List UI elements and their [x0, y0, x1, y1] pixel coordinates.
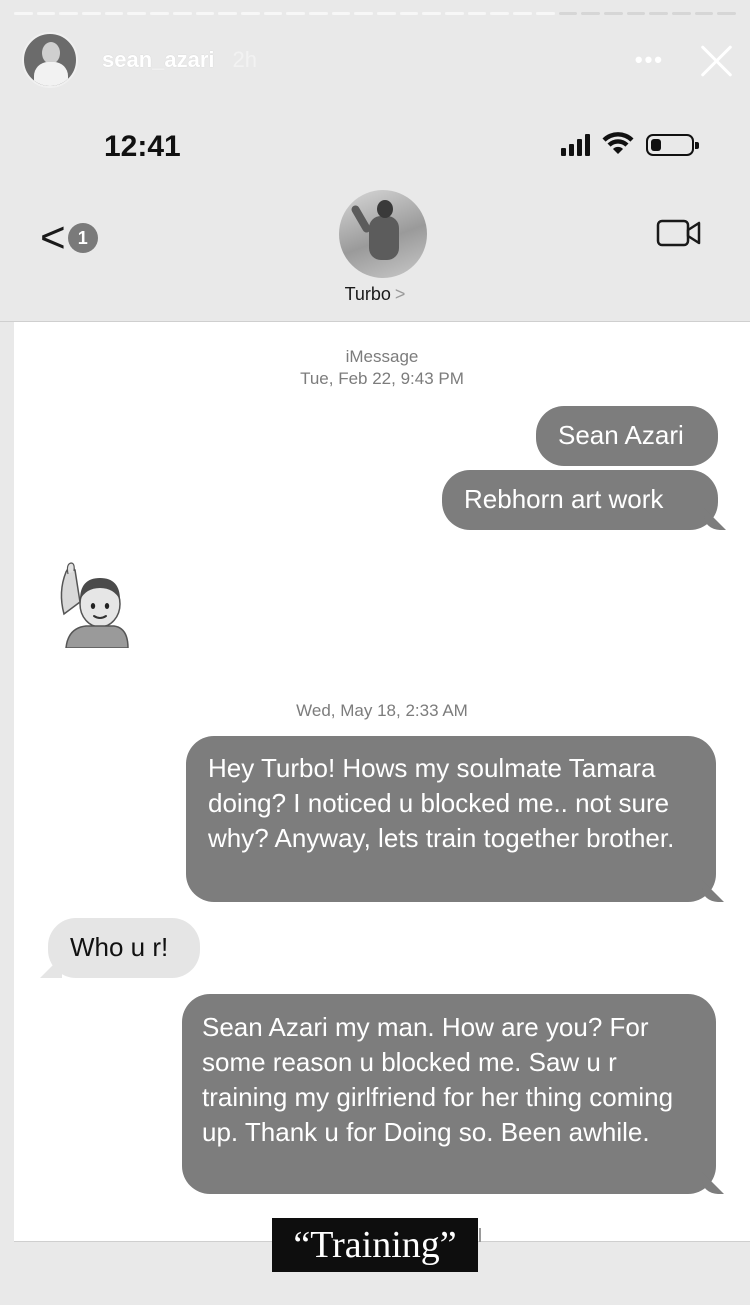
contact-name[interactable]: Turbo > — [0, 284, 750, 305]
chevron-right-icon: > — [394, 284, 406, 304]
story-actions: ••• — [635, 42, 734, 78]
progress-segment — [422, 12, 442, 15]
progress-segment — [59, 12, 79, 15]
progress-segment — [150, 12, 169, 15]
instagram-story: sean_azari 2h ••• 12:41 < 1 Turbo > iMes… — [0, 0, 750, 1305]
story-header: sean_azari 2h ••• — [22, 32, 734, 88]
unread-badge: 1 — [67, 223, 98, 253]
progress-segment — [286, 12, 305, 15]
progress-segment — [581, 12, 600, 15]
contact-avatar[interactable] — [339, 190, 427, 278]
message-text: Sean Azari — [558, 420, 684, 450]
cellular-signal-icon — [561, 134, 590, 156]
caption-edge-mark — [479, 1228, 481, 1242]
progress-segment — [649, 12, 668, 15]
service-label: iMessage — [345, 347, 419, 366]
story-username[interactable]: sean_azari — [102, 47, 215, 73]
outgoing-message[interactable]: Rebhorn art work — [442, 470, 718, 530]
progress-segment — [240, 12, 260, 15]
timestamp: Wed, May 18, 2:33 AM — [296, 701, 468, 720]
progress-segment — [694, 12, 714, 15]
more-options-icon[interactable]: ••• — [635, 47, 664, 73]
conversation-header: < 1 Turbo > — [0, 180, 750, 322]
progress-segment — [308, 12, 328, 15]
progress-segment — [399, 12, 419, 15]
message-thread[interactable]: iMessage Tue, Feb 22, 9:43 PM Sean Azari… — [14, 322, 750, 1242]
progress-segment — [127, 12, 147, 15]
story-caption-sticker: “Training” — [272, 1218, 478, 1272]
close-icon[interactable] — [698, 42, 734, 78]
progress-segment — [626, 12, 646, 15]
progress-segment — [671, 12, 691, 15]
contact-name-label: Turbo — [344, 284, 391, 304]
incoming-message[interactable]: Who u r! — [48, 918, 200, 978]
message-text: Who u r! — [70, 932, 169, 962]
message-text: Sean Azari my man. How are you? For some… — [202, 1012, 674, 1147]
progress-segment — [467, 12, 487, 15]
status-bar-time: 12:41 — [104, 130, 181, 163]
progress-segment — [14, 12, 33, 15]
progress-segment — [535, 12, 555, 15]
progress-segment — [354, 12, 373, 15]
man-raising-hand-icon[interactable] — [56, 562, 132, 648]
progress-segment — [445, 12, 464, 15]
outgoing-message[interactable]: Sean Azari my man. How are you? For some… — [182, 994, 716, 1194]
progress-segment — [490, 12, 510, 15]
status-bar-icons — [561, 132, 699, 156]
battery-icon — [646, 134, 699, 156]
progress-segment — [331, 12, 351, 15]
story-caption-text: “Training” — [293, 1224, 457, 1266]
chevron-left-icon: < — [40, 213, 66, 262]
progress-segment — [558, 12, 578, 15]
story-progress-bar — [14, 12, 736, 16]
wifi-icon — [602, 132, 634, 154]
user-avatar[interactable] — [22, 32, 78, 88]
progress-segment — [36, 12, 56, 15]
progress-segment — [717, 12, 736, 15]
progress-segment — [218, 12, 237, 15]
video-call-icon[interactable] — [656, 218, 702, 248]
progress-segment — [195, 12, 215, 15]
progress-segment — [82, 12, 101, 15]
outgoing-message[interactable]: Hey Turbo! Hows my soulmate Tamara doing… — [186, 736, 716, 902]
progress-segment — [172, 12, 192, 15]
message-text: Rebhorn art work — [464, 484, 664, 514]
message-text: Hey Turbo! Hows my soulmate Tamara doing… — [208, 753, 675, 853]
back-button[interactable]: < 1 — [40, 216, 98, 260]
progress-segment — [104, 12, 124, 15]
progress-segment — [263, 12, 283, 15]
story-time-ago: 2h — [232, 47, 258, 72]
progress-segment — [603, 12, 623, 15]
outgoing-message[interactable]: Sean Azari — [536, 406, 718, 466]
progress-segment — [377, 12, 396, 15]
progress-segment — [513, 12, 532, 15]
timestamp: Tue, Feb 22, 9:43 PM — [300, 369, 464, 388]
